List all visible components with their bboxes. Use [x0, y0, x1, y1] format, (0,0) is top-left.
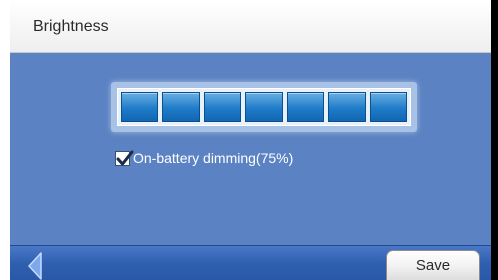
- footer-bar: Save: [10, 245, 491, 280]
- back-button[interactable]: [22, 250, 52, 280]
- brightness-segment[interactable]: [162, 92, 200, 122]
- brightness-bar[interactable]: [117, 88, 411, 126]
- brightness-segment[interactable]: [245, 92, 283, 122]
- save-button[interactable]: Save: [386, 250, 480, 280]
- brightness-bar-panel: [111, 82, 417, 132]
- dimming-checkbox[interactable]: [115, 150, 134, 166]
- brightness-segment[interactable]: [286, 92, 325, 122]
- checkmark-icon: [116, 150, 134, 165]
- right-edge: [491, 0, 498, 280]
- content-area: On-battery dimming(75%): [10, 53, 491, 245]
- back-arrow-icon: [28, 252, 42, 280]
- left-edge: [0, 0, 10, 280]
- brightness-segment[interactable]: [203, 92, 242, 122]
- page-title: Brightness: [33, 18, 109, 35]
- brightness-segment[interactable]: [121, 92, 159, 122]
- brightness-screen: Brightness On-battery dimming(75%) Save: [0, 0, 498, 280]
- brightness-segment[interactable]: [369, 92, 407, 122]
- on-battery-dimming-option[interactable]: On-battery dimming(75%): [115, 148, 293, 168]
- header-bar: Brightness: [10, 0, 491, 53]
- brightness-segment[interactable]: [328, 92, 366, 122]
- dimming-label: On-battery dimming(75%): [133, 150, 294, 166]
